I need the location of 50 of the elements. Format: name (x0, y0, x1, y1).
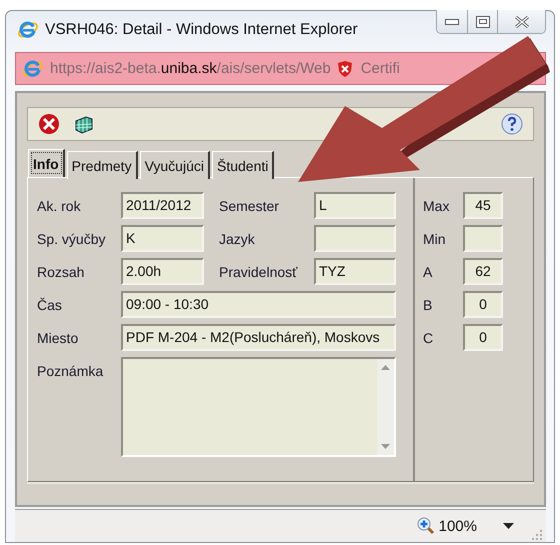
input-field[interactable]: L (314, 192, 396, 219)
close-icon (514, 14, 530, 28)
minimize-icon (445, 18, 459, 24)
input-field[interactable]: K (121, 225, 204, 252)
cancel-icon[interactable] (38, 113, 60, 135)
field-label: Miesto (37, 329, 80, 346)
grid-cube-icon[interactable] (74, 114, 94, 134)
certificate-error-icon (336, 60, 353, 78)
caret-icon[interactable] (503, 523, 514, 529)
field-label: Rozsah (37, 263, 86, 280)
tab[interactable]: Predmety (66, 151, 138, 179)
browser-logo-icon (17, 19, 39, 41)
count-label: A (423, 263, 434, 282)
field-label: Jazyk (218, 230, 256, 247)
field-label: Poznámka (37, 362, 104, 379)
note-area[interactable] (121, 357, 396, 457)
close-button[interactable] (497, 10, 545, 33)
input-field[interactable]: 2011/2012 (121, 192, 204, 219)
maximize-button[interactable] (467, 10, 497, 33)
count-field[interactable]: 0 (463, 324, 503, 351)
count-field[interactable]: 45 (463, 192, 503, 219)
input-field[interactable]: TYZ (314, 258, 396, 285)
field-label: Semester (218, 197, 280, 214)
zoom-icon[interactable] (416, 517, 435, 535)
field-label: Čas (37, 296, 63, 313)
tab[interactable]: Študenti (212, 151, 274, 179)
minimize-button[interactable] (437, 10, 467, 33)
tab[interactable]: Vyučujúci (140, 151, 210, 179)
count-label: Min (423, 230, 447, 249)
input-field[interactable]: 2.00h (121, 258, 204, 285)
count-label: B (423, 296, 434, 315)
count-label: C (423, 329, 434, 348)
count-field[interactable]: 0 (463, 291, 503, 318)
browser-logo-icon (22, 58, 44, 80)
field-label: Ak. rok (37, 197, 82, 214)
zoom-level[interactable]: 100% (438, 518, 477, 534)
count-label: Max (423, 197, 450, 216)
input-field[interactable]: 09:00 - 10:30 (121, 291, 396, 318)
window-title: VSRH046: Detail - Windows Internet Explorer (45, 21, 359, 39)
input-field[interactable] (314, 225, 396, 252)
count-field[interactable]: 62 (463, 258, 503, 285)
resize-grip-icon (532, 530, 542, 540)
help-icon[interactable] (501, 113, 523, 135)
maximize-icon (476, 16, 490, 28)
input-field[interactable]: PDF M-204 - M2(Poslucháreň), Moskovs (121, 324, 396, 351)
tab[interactable]: Info (28, 149, 65, 177)
url-text: https://ais2-beta.uniba.sk/ais/servlets/Web (50, 60, 331, 77)
field-label: Pravidelnosť (218, 263, 298, 280)
field-label: Sp. výučby (37, 230, 106, 247)
count-field[interactable] (463, 225, 503, 252)
